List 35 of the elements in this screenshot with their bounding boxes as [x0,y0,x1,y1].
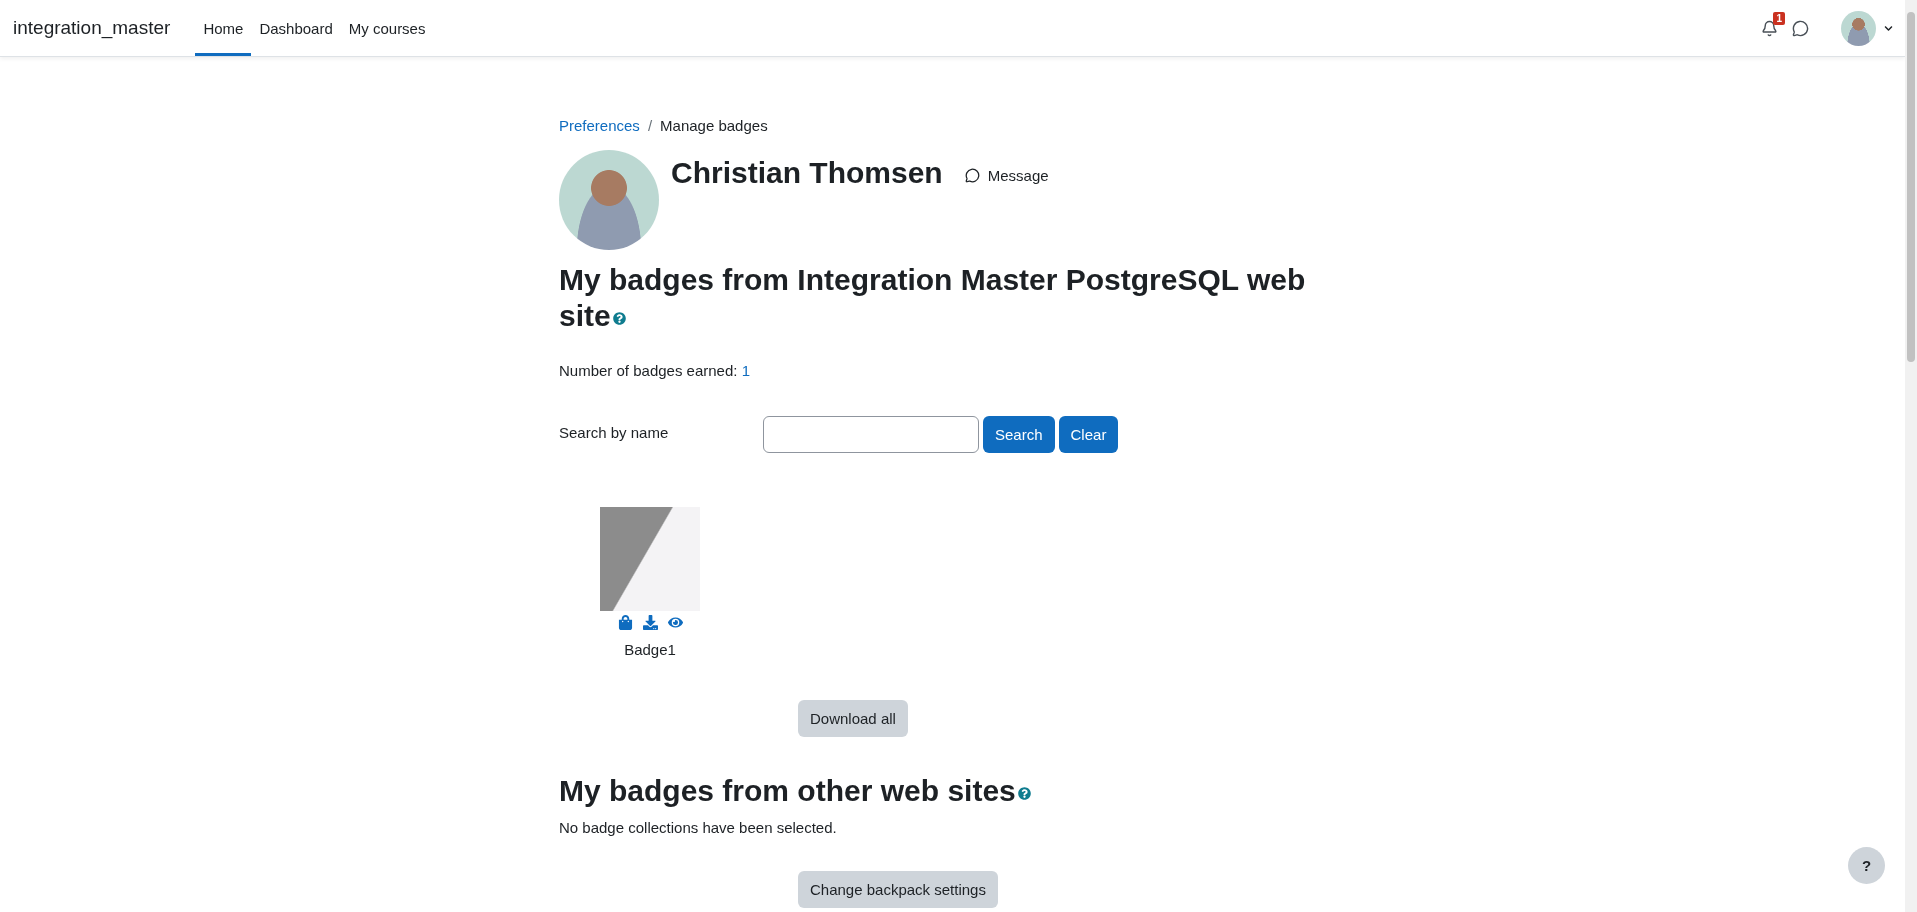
message-link[interactable]: Message [964,167,1049,184]
scrollbar-thumb[interactable] [1907,12,1915,362]
search-field[interactable] [763,416,979,453]
badges-earned-text: Number of badges earned: 1 [559,362,751,379]
section-heading: My badges from other web sites [559,773,1346,809]
download-icon[interactable] [642,615,658,630]
breadcrumb-current: Manage badges [660,117,768,134]
nav-tab[interactable]: My courses [340,3,434,56]
badges-count-link[interactable]: 1 [741,362,750,379]
user-avatar[interactable] [1841,10,1876,46]
nav-tab[interactable]: Home [195,3,252,56]
empty-message: No badge collections have been selected. [559,819,838,836]
bag-icon[interactable] [617,615,633,630]
search-label: Search by name [559,424,670,441]
help-button[interactable]: ? [1848,847,1885,884]
help-icon[interactable] [612,311,626,325]
breadcrumb-separator: / [647,117,653,134]
nav-tab[interactable]: Dashboard [251,3,341,56]
notification-count: 1 [1773,11,1785,25]
search-form-button[interactable]: Search [983,416,1055,453]
chevron-down-icon[interactable] [1884,23,1893,33]
breadcrumb-link[interactable]: Preferences [559,117,640,134]
badge-name: Badge1 [624,641,676,658]
backpack-settings-button[interactable]: Change backpack settings [798,871,998,908]
photo-placeholder[interactable] [600,507,700,611]
speech-bubble-icon [964,168,980,183]
search-form-button[interactable]: Clear [1058,416,1119,453]
site-name[interactable]: integration_master [13,17,171,39]
message-icon[interactable] [1792,19,1809,37]
user-name: Christian Thomsen [671,156,943,190]
help-icon[interactable] [1017,786,1031,800]
notification-bell-icon[interactable] [1761,19,1778,37]
download-all-button[interactable]: Download all [798,700,908,737]
eye-icon[interactable] [667,615,683,630]
section-heading: My badges from Integration Master PostgreSQL web site [559,262,1307,334]
